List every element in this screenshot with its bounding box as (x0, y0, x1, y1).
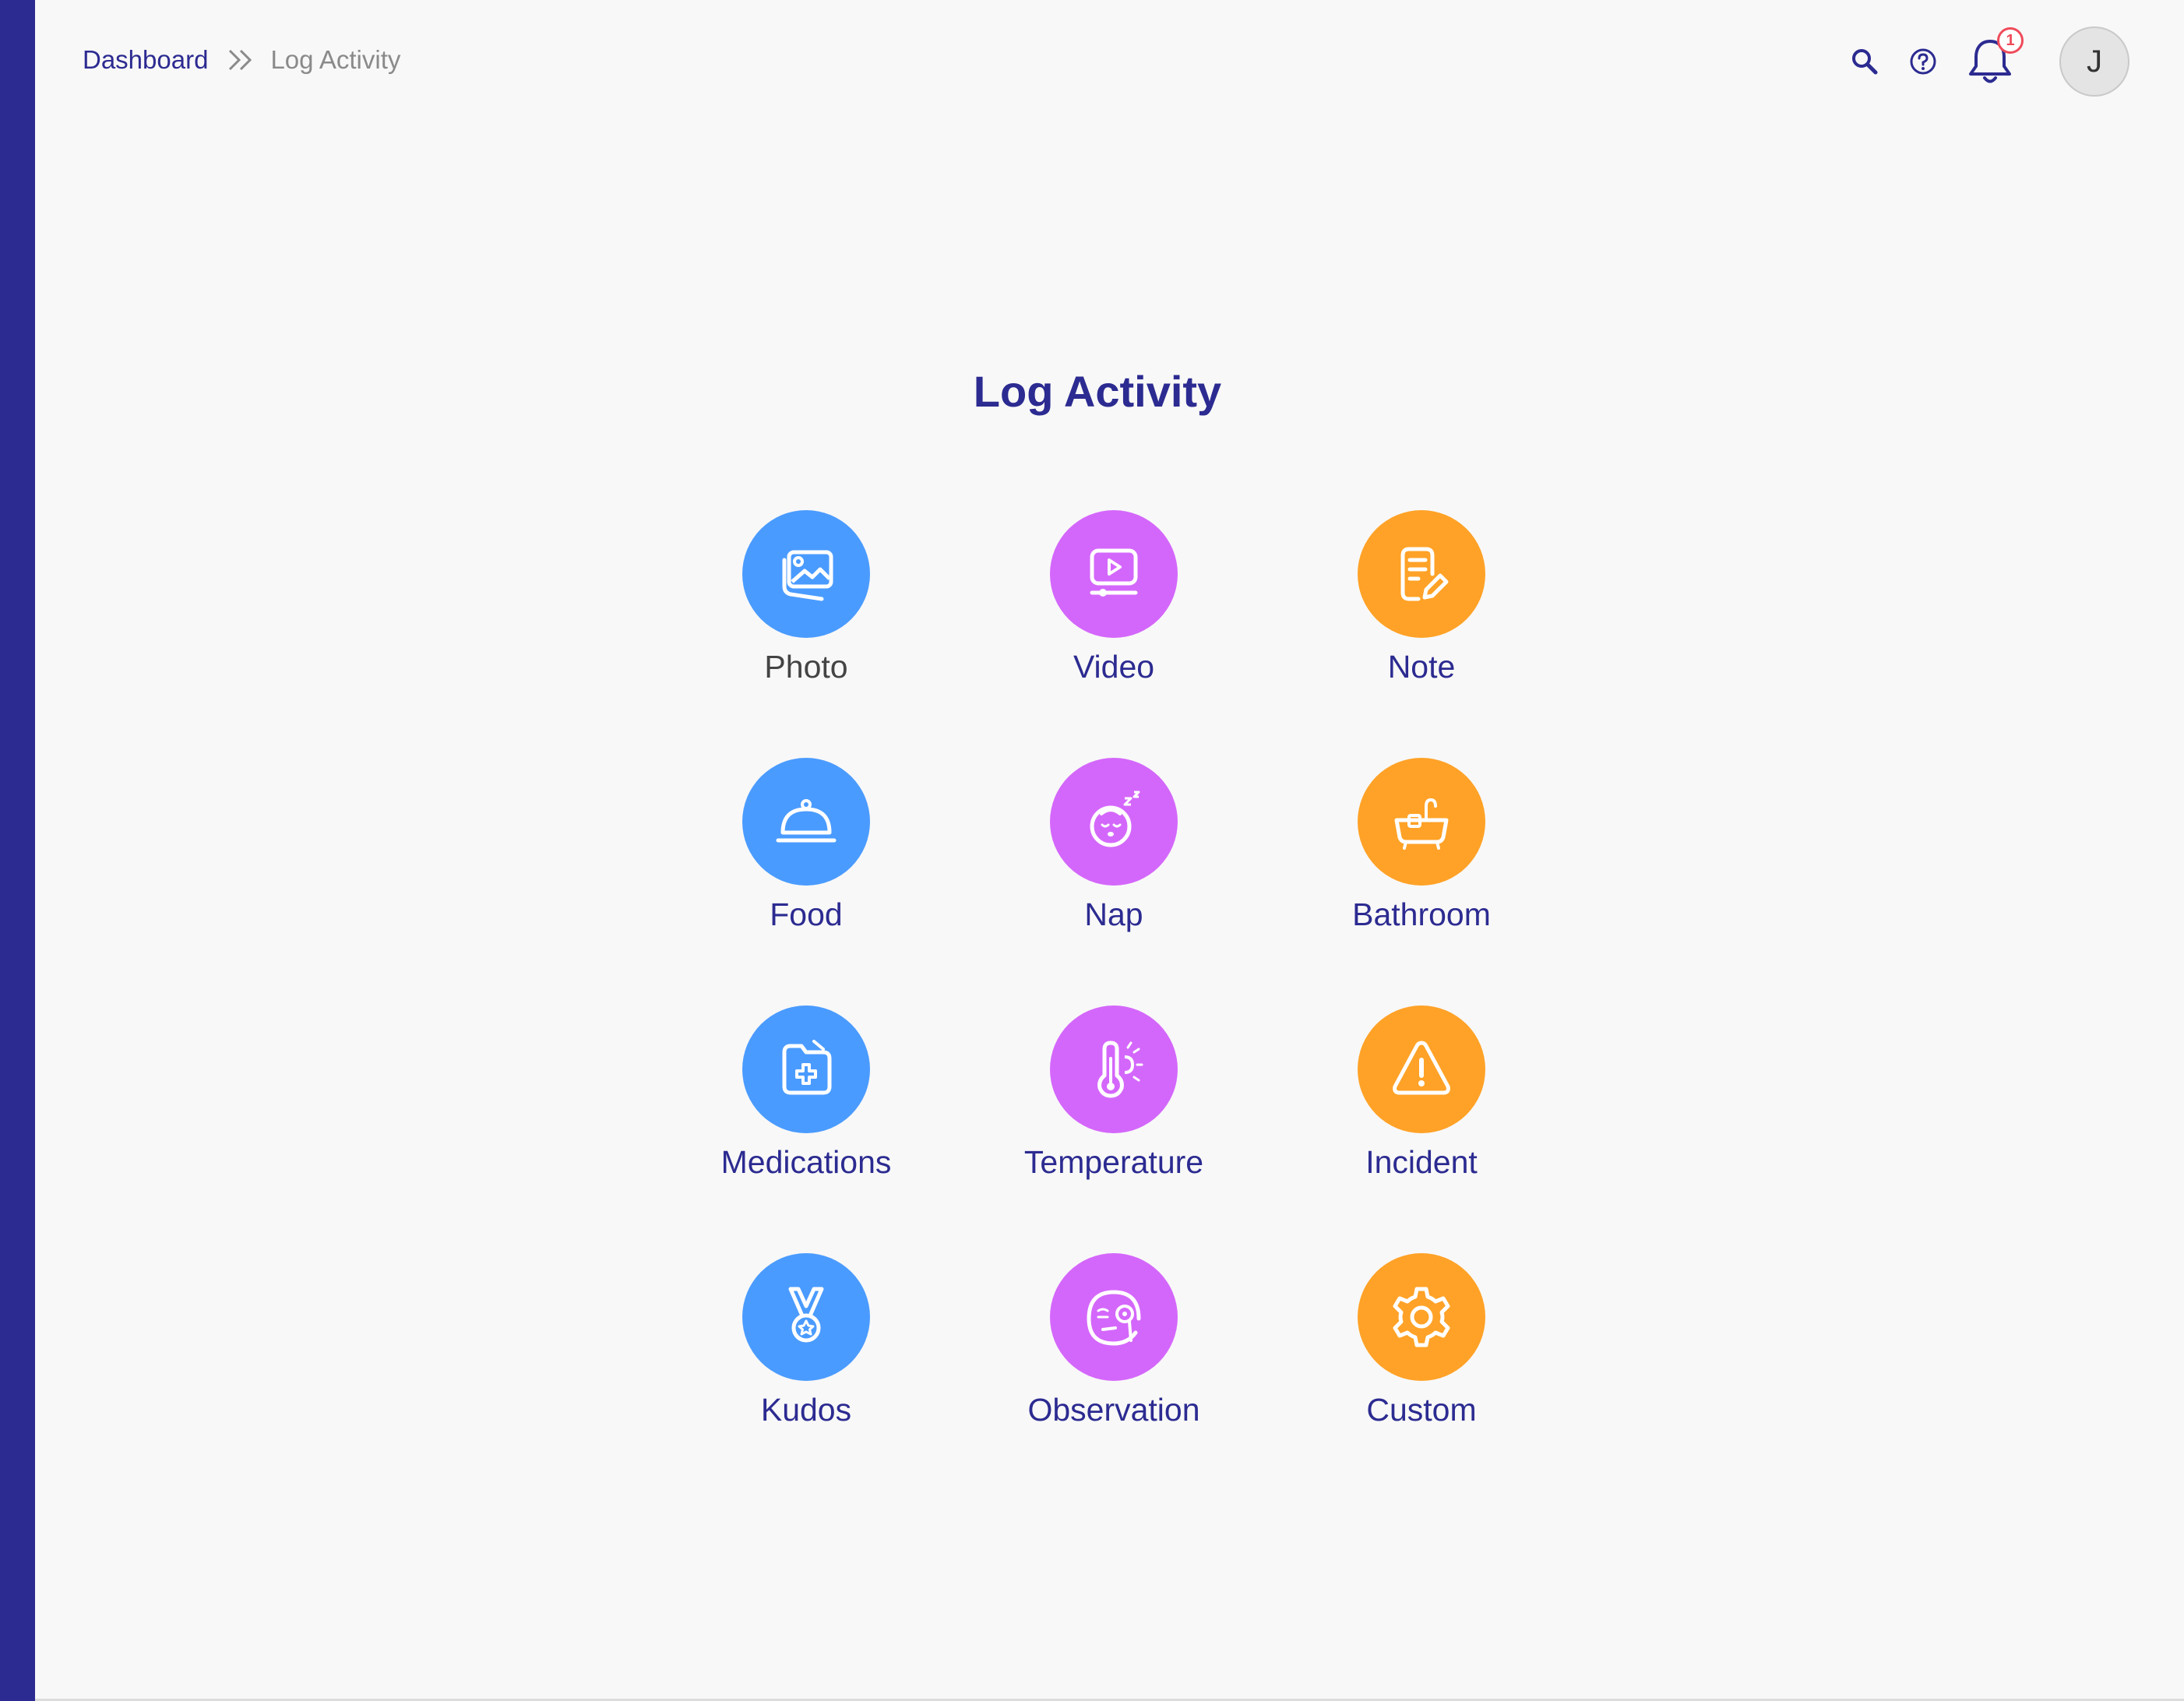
video-icon (1050, 510, 1178, 638)
food-cloche-icon (742, 758, 870, 886)
breadcrumb: Dashboard Log Activity (83, 45, 400, 75)
header-actions: 1 J (1849, 26, 2129, 97)
warning-icon (1358, 1005, 1485, 1133)
activity-video[interactable]: Video (997, 510, 1231, 713)
gear-icon (1358, 1253, 1485, 1381)
help-icon (1910, 48, 1936, 75)
notification-badge: 1 (1997, 27, 2024, 54)
activity-medications[interactable]: Medications (689, 1005, 923, 1208)
side-navigation-bar (0, 0, 35, 1701)
search-button[interactable] (1849, 46, 1880, 77)
bathtub-icon (1358, 758, 1485, 886)
activity-label: Temperature (1023, 1144, 1204, 1180)
activity-label: Medications (720, 1144, 892, 1180)
activity-label: Observation (1027, 1392, 1200, 1428)
observation-face-icon (1050, 1253, 1178, 1381)
activity-bathroom[interactable]: Bathroom (1305, 758, 1538, 960)
activity-incident[interactable]: Incident (1305, 1005, 1538, 1208)
activity-label: Note (1387, 649, 1456, 685)
activity-photo[interactable]: Photo (689, 510, 923, 713)
help-button[interactable] (1908, 47, 1938, 76)
activity-label: Incident (1365, 1144, 1478, 1180)
activity-label: Custom (1366, 1392, 1477, 1428)
double-chevron-right-icon (227, 48, 255, 72)
notifications-button[interactable]: 1 (1966, 27, 2024, 86)
activity-food[interactable]: Food (689, 758, 923, 960)
activity-label: Video (1073, 649, 1155, 685)
activity-label: Food (770, 896, 843, 932)
sleeping-baby-icon (1050, 758, 1178, 886)
activity-observation[interactable]: Observation (997, 1253, 1231, 1456)
photo-icon (742, 510, 870, 638)
activity-nap[interactable]: Nap (997, 758, 1231, 960)
medal-icon (742, 1253, 870, 1381)
page-title: Log Activity (973, 367, 1222, 416)
activity-label: Kudos (760, 1392, 852, 1428)
search-icon (1852, 49, 1878, 75)
activity-note[interactable]: Note (1305, 510, 1538, 713)
activity-custom[interactable]: Custom (1305, 1253, 1538, 1456)
breadcrumb-dashboard-link[interactable]: Dashboard (83, 45, 208, 75)
activity-label: Nap (1084, 896, 1143, 932)
note-icon (1358, 510, 1485, 638)
medical-folder-icon (742, 1005, 870, 1133)
breadcrumb-current: Log Activity (270, 45, 401, 74)
activity-temperature[interactable]: Temperature (997, 1005, 1231, 1208)
thermometer-icon (1050, 1005, 1178, 1133)
avatar[interactable]: J (2059, 26, 2129, 97)
activity-label: Photo (764, 649, 848, 685)
activity-kudos[interactable]: Kudos (689, 1253, 923, 1456)
page: Dashboard Log Activity 1 J Log Activity … (0, 0, 2184, 1701)
activity-label: Bathroom (1352, 896, 1491, 932)
